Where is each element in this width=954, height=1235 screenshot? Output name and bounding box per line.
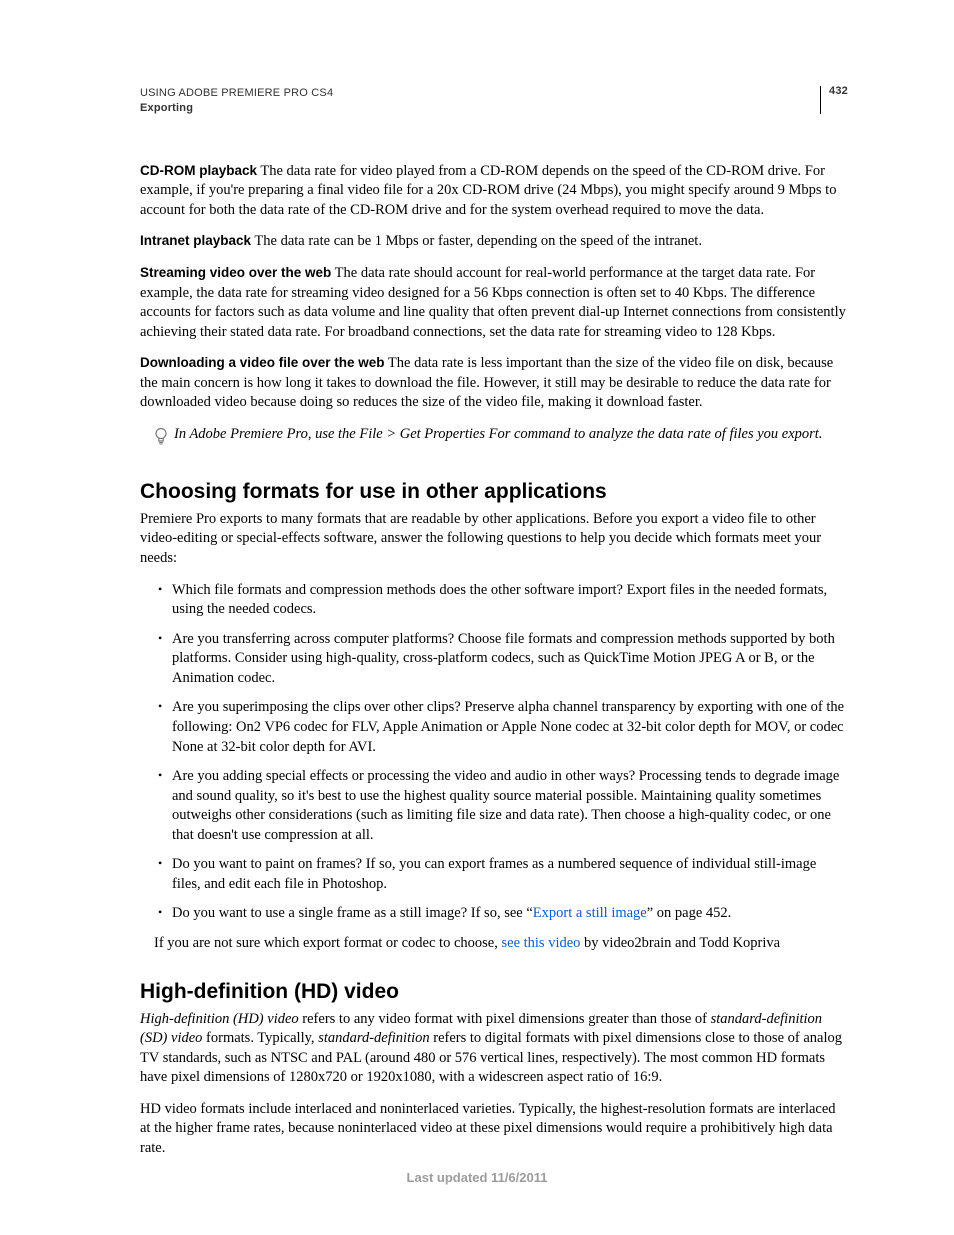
section2-p2: HD video formats include interlaced and … [140,1100,848,1159]
def-streaming: Streaming video over the web The data ra… [140,264,848,342]
def-cdrom: CD-ROM playback The data rate for video … [140,162,848,221]
list-item: Which file formats and compression metho… [158,581,848,620]
page-header: USING ADOBE PREMIERE PRO CS4 Exporting 4… [140,86,848,116]
hd-term: High-definition (HD) video [140,1011,299,1027]
header-left: USING ADOBE PREMIERE PRO CS4 Exporting [140,86,333,116]
link-see-this-video[interactable]: see this video [501,935,580,951]
doc-section: Exporting [140,101,333,116]
list-item: Are you superimposing the clips over oth… [158,698,848,757]
page-footer: Last updated 11/6/2011 [0,1170,954,1185]
tip-note: In Adobe Premiere Pro, use the File > Ge… [154,425,848,452]
heading-hd-video: High-definition (HD) video [140,980,848,1004]
header-right: 432 [820,86,848,114]
section1-bullets: Which file formats and compression metho… [140,581,848,924]
bullet-post: ” on page 452. [647,905,732,921]
section1-intro: Premiere Pro exports to many formats tha… [140,510,848,569]
tip-text: In Adobe Premiere Pro, use the File > Ge… [174,425,822,445]
def-term: Intranet playback [140,233,251,248]
section2-p1: High-definition (HD) video refers to any… [140,1010,848,1088]
def-term: CD-ROM playback [140,163,257,178]
text: formats. Typically, [202,1030,318,1046]
def-term: Downloading a video file over the web [140,355,385,370]
link-export-still-image[interactable]: Export a still image [533,905,647,921]
def-body: The data rate can be 1 Mbps or faster, d… [251,233,702,249]
def-intranet: Intranet playback The data rate can be 1… [140,232,848,252]
sd-short: standard-definition [318,1030,429,1046]
def-term: Streaming video over the web [140,265,331,280]
lightbulb-icon [154,427,168,452]
list-item: Are you adding special effects or proces… [158,767,848,845]
list-item: Are you transferring across computer pla… [158,630,848,689]
list-item: Do you want to use a single frame as a s… [158,904,848,924]
document-page: USING ADOBE PREMIERE PRO CS4 Exporting 4… [0,0,954,1235]
section1-closing: If you are not sure which export format … [154,934,848,954]
closing-pre: If you are not sure which export format … [154,935,501,951]
closing-post: by video2brain and Todd Kopriva [580,935,780,951]
bullet-pre: Do you want to use a single frame as a s… [172,905,533,921]
heading-choosing-formats: Choosing formats for use in other applic… [140,480,848,504]
list-item: Do you want to paint on frames? If so, y… [158,855,848,894]
def-downloading: Downloading a video file over the web Th… [140,354,848,413]
text: refers to any video format with pixel di… [299,1011,711,1027]
page-number: 432 [820,86,848,114]
doc-title: USING ADOBE PREMIERE PRO CS4 [140,86,333,101]
